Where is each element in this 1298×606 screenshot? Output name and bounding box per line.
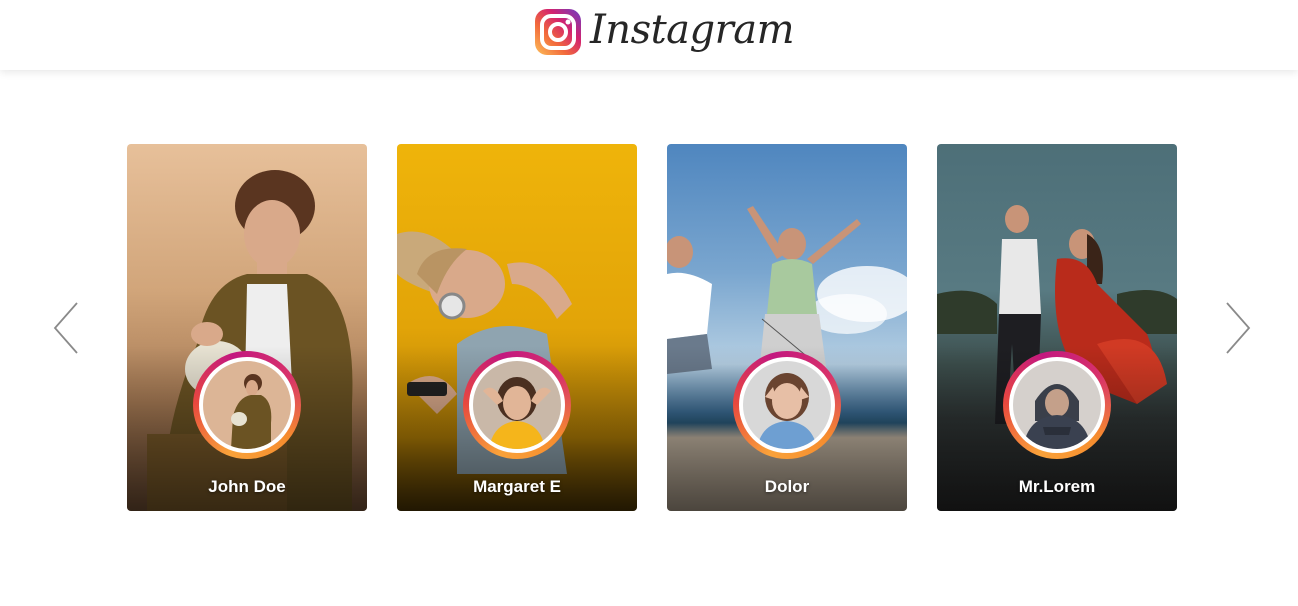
chevron-right-icon[interactable]: [1222, 300, 1252, 356]
story-card[interactable]: Margaret E: [397, 144, 637, 511]
top-header: Instagram: [0, 0, 1298, 70]
story-name: Margaret E: [473, 477, 561, 496]
story-avatar: [743, 361, 831, 449]
story-avatar-ring: [193, 351, 301, 459]
instagram-logo-icon: [535, 9, 581, 55]
stories-carousel: John Doe Margaret E Dolor Mr.Lorem: [127, 144, 1177, 511]
story-card[interactable]: Dolor: [667, 144, 907, 511]
story-name: John Doe: [208, 477, 286, 496]
story-avatar: [1013, 361, 1101, 449]
story-avatar: [473, 361, 561, 449]
story-avatar: [203, 361, 291, 449]
story-avatar-ring: [1003, 351, 1111, 459]
story-card[interactable]: Mr.Lorem: [937, 144, 1177, 511]
story-name: Mr.Lorem: [1018, 477, 1096, 496]
story-card[interactable]: John Doe: [127, 144, 367, 511]
story-avatar-ring: [463, 351, 571, 459]
chevron-left-icon[interactable]: [52, 300, 82, 356]
brand[interactable]: Instagram: [534, 4, 795, 60]
story-name: Dolor: [764, 477, 810, 496]
story-avatar-ring: [733, 351, 841, 459]
brand-wordmark: Instagram: [590, 7, 795, 53]
